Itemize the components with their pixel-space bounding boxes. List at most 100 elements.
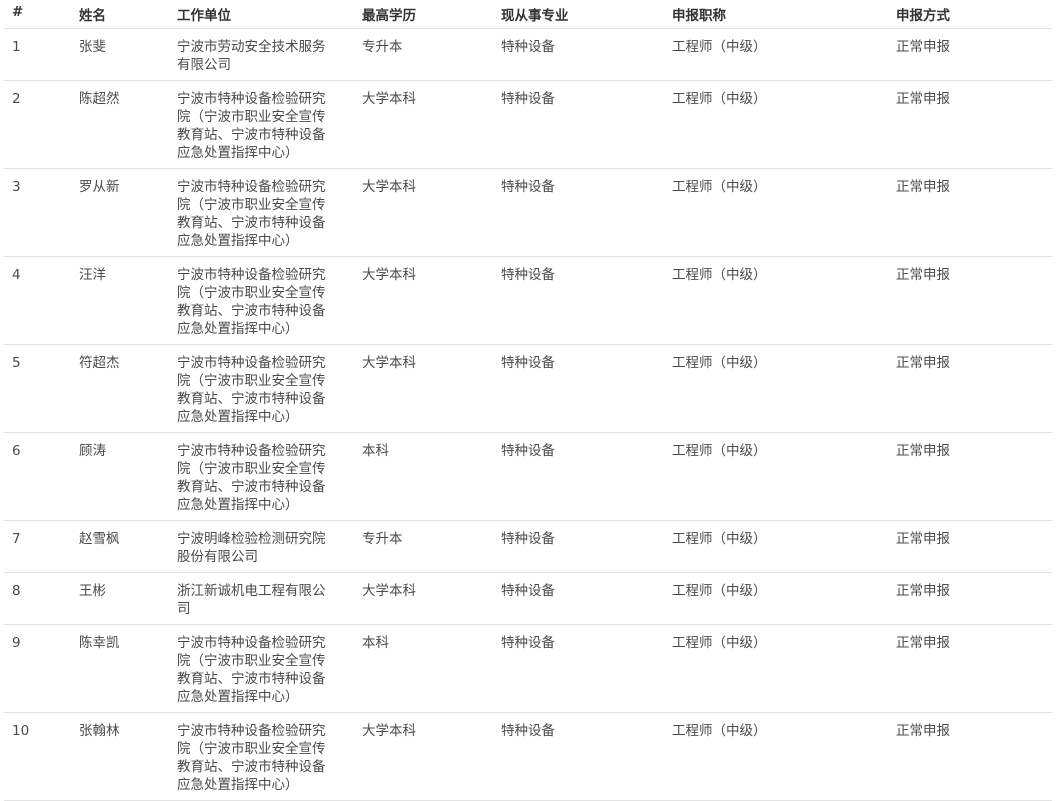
application-method: 正常申报 <box>896 179 950 195</box>
row-number: 5 <box>12 355 21 371</box>
row-number: 8 <box>12 583 21 599</box>
work-unit-line: 教育站、宁波市特种设备 <box>177 127 326 143</box>
applied-title: 工程师（中级） <box>672 179 767 195</box>
applied-title: 工程师（中级） <box>672 583 767 599</box>
work-unit: 宁波市劳动安全技术服务 有限公司 <box>177 38 339 74</box>
applicant-name: 符超杰 <box>79 355 120 371</box>
work-unit-line: 宁波市特种设备检验研究 <box>177 355 326 371</box>
table-row: 6 顾涛 宁波市特种设备检验研究 院（宁波市职业安全宣传 教育站、宁波市特种设备 应急处置… <box>4 433 1052 521</box>
work-unit: 宁波市特种设备检验研究 院（宁波市职业安全宣传 教育站、宁波市特种设备 应急处置指挥中… <box>177 178 339 250</box>
work-unit-line: 应急处置指挥中心） <box>177 777 299 793</box>
table-row: 7 赵雪枫 宁波明峰检验检测研究院 股份有限公司 专升本 特种设备 工程师（中级） 正常申报 <box>4 521 1052 573</box>
work-unit-line: 应急处置指挥中心） <box>177 321 299 337</box>
education-level: 专升本 <box>362 531 403 547</box>
applied-title: 工程师（中级） <box>672 531 767 547</box>
work-unit-line: 院（宁波市职业安全宣传 <box>177 109 326 125</box>
row-number: 7 <box>12 531 21 547</box>
work-unit-line: 院（宁波市职业安全宣传 <box>177 285 326 301</box>
work-unit-line: 教育站、宁波市特种设备 <box>177 479 326 495</box>
current-specialty: 特种设备 <box>501 179 555 195</box>
education-level: 专升本 <box>362 39 403 55</box>
applicant-name: 张斐 <box>79 39 106 55</box>
education-level: 本科 <box>362 443 389 459</box>
applied-title: 工程师（中级） <box>672 635 767 651</box>
work-unit-line: 宁波市特种设备检验研究 <box>177 635 326 651</box>
work-unit-line: 教育站、宁波市特种设备 <box>177 391 326 407</box>
work-unit-line: 教育站、宁波市特种设备 <box>177 759 326 775</box>
education-level: 大学本科 <box>362 91 416 107</box>
header-unit: 工作单位 <box>177 8 231 24</box>
education-level: 本科 <box>362 635 389 651</box>
current-specialty: 特种设备 <box>501 355 555 371</box>
applicant-table: # 姓名 工作单位 最高学历 现从事专业 申报职称 申报方式 1 张斐 宁波市劳动安… <box>4 0 1052 801</box>
application-method: 正常申报 <box>896 583 950 599</box>
applied-title: 工程师（中级） <box>672 267 767 283</box>
current-specialty: 特种设备 <box>501 635 555 651</box>
work-unit-line: 浙江新诚机电工程有限公 <box>177 583 326 599</box>
applicant-name: 顾涛 <box>79 443 106 459</box>
work-unit-line: 有限公司 <box>177 57 231 73</box>
current-specialty: 特种设备 <box>501 39 555 55</box>
current-specialty: 特种设备 <box>501 723 555 739</box>
work-unit-line: 应急处置指挥中心） <box>177 497 299 513</box>
current-specialty: 特种设备 <box>501 531 555 547</box>
applied-title: 工程师（中级） <box>672 723 767 739</box>
table-row: 9 陈幸凯 宁波市特种设备检验研究 院（宁波市职业安全宣传 教育站、宁波市特种设备 应急处… <box>4 625 1052 713</box>
row-number: 2 <box>12 91 21 107</box>
work-unit: 宁波市特种设备检验研究 院（宁波市职业安全宣传 教育站、宁波市特种设备 应急处置指挥中… <box>177 354 339 426</box>
table-row: 1 张斐 宁波市劳动安全技术服务 有限公司 专升本 特种设备 工程师（中级） 正常申报 <box>4 29 1052 81</box>
application-method: 正常申报 <box>896 531 950 547</box>
work-unit-line: 院（宁波市职业安全宣传 <box>177 741 326 757</box>
table-row: 5 符超杰 宁波市特种设备检验研究 院（宁波市职业安全宣传 教育站、宁波市特种设备 应急处… <box>4 345 1052 433</box>
work-unit: 宁波市特种设备检验研究 院（宁波市职业安全宣传 教育站、宁波市特种设备 应急处置指挥中… <box>177 266 339 338</box>
work-unit-line: 院（宁波市职业安全宣传 <box>177 653 326 669</box>
application-method: 正常申报 <box>896 723 950 739</box>
work-unit: 宁波明峰检验检测研究院 股份有限公司 <box>177 530 339 566</box>
work-unit-line: 教育站、宁波市特种设备 <box>177 671 326 687</box>
application-method: 正常申报 <box>896 355 950 371</box>
work-unit-line: 司 <box>177 601 191 617</box>
work-unit-line: 教育站、宁波市特种设备 <box>177 303 326 319</box>
applied-title: 工程师（中级） <box>672 443 767 459</box>
education-level: 大学本科 <box>362 723 416 739</box>
work-unit-line: 应急处置指挥中心） <box>177 409 299 425</box>
row-number: 3 <box>12 179 21 195</box>
table-row: 4 汪洋 宁波市特种设备检验研究 院（宁波市职业安全宣传 教育站、宁波市特种设备 应急处置… <box>4 257 1052 345</box>
work-unit-line: 宁波市劳动安全技术服务 <box>177 39 326 55</box>
education-level: 大学本科 <box>362 583 416 599</box>
applicant-name: 汪洋 <box>79 267 106 283</box>
row-number: 6 <box>12 443 21 459</box>
header-name: 姓名 <box>79 8 106 24</box>
row-number: 9 <box>12 635 21 651</box>
table-row: 10 张翰林 宁波市特种设备检验研究 院（宁波市职业安全宣传 教育站、宁波市特种设备 应急… <box>4 713 1052 801</box>
work-unit-line: 宁波市特种设备检验研究 <box>177 179 326 195</box>
applied-title: 工程师（中级） <box>672 39 767 55</box>
work-unit-line: 教育站、宁波市特种设备 <box>177 215 326 231</box>
application-method: 正常申报 <box>896 267 950 283</box>
education-level: 大学本科 <box>362 355 416 371</box>
work-unit: 宁波市特种设备检验研究 院（宁波市职业安全宣传 教育站、宁波市特种设备 应急处置指挥中… <box>177 722 339 794</box>
application-method: 正常申报 <box>896 91 950 107</box>
work-unit-line: 宁波明峰检验检测研究院 <box>177 531 326 547</box>
applicant-name: 张翰林 <box>79 723 120 739</box>
work-unit: 宁波市特种设备检验研究 院（宁波市职业安全宣传 教育站、宁波市特种设备 应急处置指挥中… <box>177 634 339 706</box>
work-unit: 宁波市特种设备检验研究 院（宁波市职业安全宣传 教育站、宁波市特种设备 应急处置指挥中… <box>177 442 339 514</box>
table-header: # 姓名 工作单位 最高学历 现从事专业 申报职称 申报方式 <box>4 0 1052 29</box>
work-unit-line: 宁波市特种设备检验研究 <box>177 91 326 107</box>
header-method: 申报方式 <box>896 8 950 24</box>
education-level: 大学本科 <box>362 179 416 195</box>
current-specialty: 特种设备 <box>501 443 555 459</box>
current-specialty: 特种设备 <box>501 91 555 107</box>
work-unit-line: 院（宁波市职业安全宣传 <box>177 461 326 477</box>
row-number: 4 <box>12 267 21 283</box>
work-unit-line: 应急处置指挥中心） <box>177 145 299 161</box>
table-row: 2 陈超然 宁波市特种设备检验研究 院（宁波市职业安全宣传 教育站、宁波市特种设备 应急处… <box>4 81 1052 169</box>
table-row: 3 罗从新 宁波市特种设备检验研究 院（宁波市职业安全宣传 教育站、宁波市特种设备 应急处… <box>4 169 1052 257</box>
applicant-name: 赵雪枫 <box>79 531 120 547</box>
work-unit-line: 股份有限公司 <box>177 549 258 565</box>
header-education: 最高学历 <box>362 8 416 24</box>
work-unit-line: 宁波市特种设备检验研究 <box>177 267 326 283</box>
applicant-name: 罗从新 <box>79 179 120 195</box>
row-number: 1 <box>12 39 21 55</box>
current-specialty: 特种设备 <box>501 267 555 283</box>
